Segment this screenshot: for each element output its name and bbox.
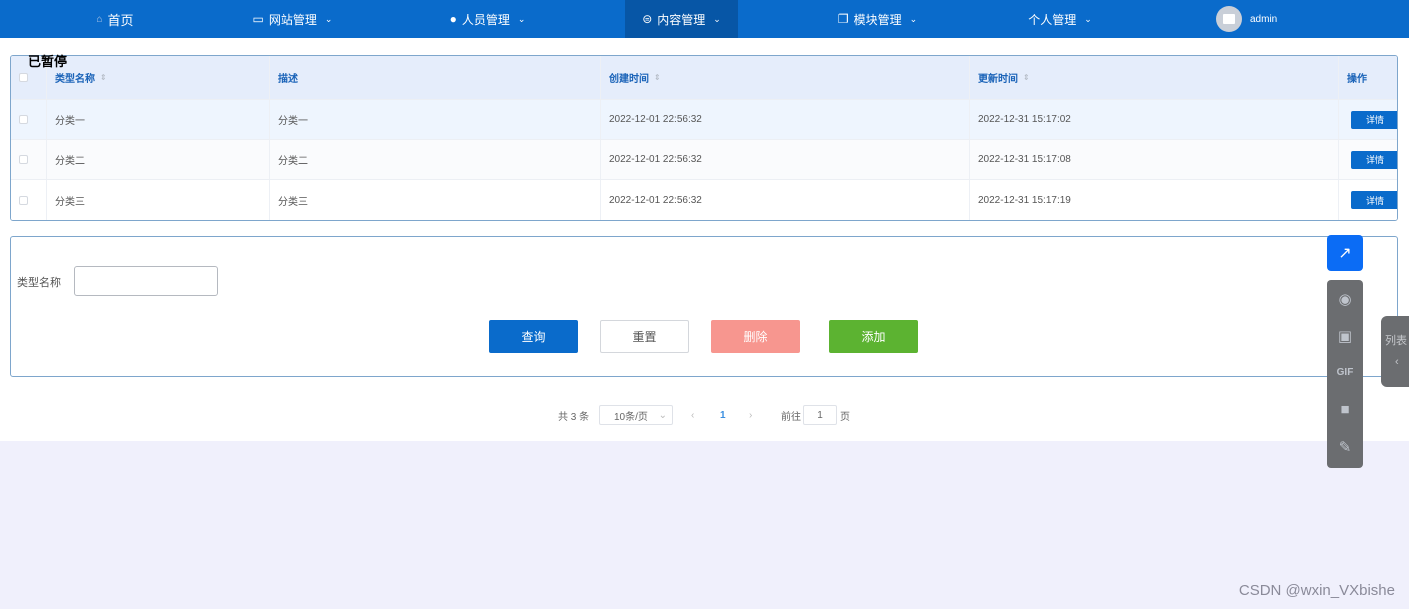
chevron-left-icon: ‹ bbox=[1395, 356, 1399, 368]
share-icon[interactable]: ↗ bbox=[1327, 235, 1363, 271]
cell-name: 分类二 bbox=[47, 140, 270, 179]
table-row: 分类三 分类三 2022-12-01 22:56:32 2022-12-31 1… bbox=[11, 180, 1397, 220]
header-actions: 操作 bbox=[1347, 74, 1367, 85]
nav-home[interactable]: ⌂ 首页 bbox=[60, 0, 170, 38]
header-desc: 描述 bbox=[270, 56, 601, 99]
row-checkbox[interactable] bbox=[11, 100, 47, 139]
prev-page-icon[interactable]: ‹ bbox=[691, 405, 694, 425]
capture-toolbar: ◉ ▣ GIF ■ ✎ bbox=[1327, 280, 1363, 468]
watermark: CSDN @wxin_VXbishe bbox=[1238, 582, 1395, 599]
image-icon[interactable]: ▣ bbox=[1327, 317, 1363, 354]
sort-icon[interactable]: ⇕ bbox=[654, 73, 661, 82]
cell-actions: 详情 bbox=[1339, 100, 1397, 139]
list-side-tab[interactable]: 列表 ‹ bbox=[1381, 316, 1409, 387]
page-size-select[interactable]: 10条/页 ⌄ bbox=[599, 405, 673, 425]
cell-desc: 分类二 bbox=[270, 140, 601, 179]
copy-icon: ❐ bbox=[837, 12, 849, 26]
data-table: 类型名称 ⇕ 描述 创建时间 ⇕ 更新时间 ⇕ 操作 分类一 分类一 2022-12-… bbox=[10, 55, 1398, 221]
chevron-down-icon: ⌄ bbox=[324, 13, 333, 24]
gif-icon[interactable]: GIF bbox=[1327, 354, 1363, 391]
delete-button[interactable]: 删除 bbox=[711, 320, 800, 353]
cell-desc: 分类一 bbox=[270, 100, 601, 139]
cell-actions: 详情 bbox=[1339, 180, 1397, 220]
cell-updated: 2022-12-31 15:17:19 bbox=[970, 180, 1339, 220]
detail-button[interactable]: 详情 bbox=[1351, 110, 1397, 129]
avatar bbox=[1216, 6, 1242, 32]
video-icon[interactable]: ■ bbox=[1327, 391, 1363, 428]
nav-people-management[interactable]: ● 人员管理 ⌄ bbox=[425, 0, 550, 38]
header-created[interactable]: 创建时间 ⇕ bbox=[601, 56, 970, 99]
camera-icon[interactable]: ◉ bbox=[1327, 280, 1363, 317]
goto-page-input[interactable] bbox=[803, 405, 837, 425]
nav-content-management[interactable]: ⊜ 内容管理 ⌄ bbox=[625, 0, 738, 38]
table-row: 分类一 分类一 2022-12-01 22:56:32 2022-12-31 1… bbox=[11, 100, 1397, 140]
header-name[interactable]: 类型名称 ⇕ bbox=[47, 56, 270, 99]
detail-button[interactable]: 详情 bbox=[1351, 191, 1397, 209]
cell-actions: 详情 bbox=[1339, 140, 1397, 179]
goto-label: 前往 bbox=[781, 411, 801, 423]
chevron-down-icon: ⌄ bbox=[517, 13, 526, 24]
table-header: 类型名称 ⇕ 描述 创建时间 ⇕ 更新时间 ⇕ 操作 bbox=[11, 56, 1397, 100]
nav-site-management[interactable]: ▭ 网站管理 ⌄ bbox=[230, 0, 355, 38]
monitor-icon: ▭ bbox=[252, 12, 264, 26]
home-icon: ⌂ bbox=[96, 13, 103, 25]
cell-updated: 2022-12-31 15:17:08 bbox=[970, 140, 1339, 179]
header-updated[interactable]: 更新时间 ⇕ bbox=[970, 56, 1339, 99]
sort-icon[interactable]: ⇕ bbox=[100, 73, 107, 82]
next-page-icon[interactable]: › bbox=[749, 405, 752, 425]
cell-updated: 2022-12-31 15:17:02 bbox=[970, 100, 1339, 139]
cell-created: 2022-12-01 22:56:32 bbox=[601, 100, 970, 139]
cell-name: 分类一 bbox=[47, 100, 270, 139]
cell-name: 分类三 bbox=[47, 180, 270, 220]
cell-created: 2022-12-01 22:56:32 bbox=[601, 180, 970, 220]
detail-button[interactable]: 详情 bbox=[1351, 150, 1397, 169]
row-checkbox[interactable] bbox=[11, 140, 47, 179]
chevron-down-icon: ⌄ bbox=[658, 409, 667, 421]
user-menu[interactable]: admin bbox=[1216, 0, 1296, 38]
chat-icon: ⊜ bbox=[642, 12, 653, 26]
type-name-input[interactable] bbox=[74, 266, 218, 296]
cell-desc: 分类三 bbox=[270, 180, 601, 220]
add-button[interactable]: 添加 bbox=[829, 320, 918, 353]
chevron-down-icon: ⌄ bbox=[713, 13, 721, 24]
reset-button[interactable]: 重置 bbox=[600, 320, 689, 353]
pagination-total: 共 3 条 bbox=[558, 411, 590, 423]
goto-suffix: 页 bbox=[840, 411, 850, 423]
query-button[interactable]: 查询 bbox=[489, 320, 578, 353]
nav-module-management[interactable]: ❐ 模块管理 ⌄ bbox=[815, 0, 940, 38]
top-nav: ⌂ 首页 ▭ 网站管理 ⌄ ● 人员管理 ⌄ ⊜ 内容管理 ⌄ ❐ 模块管理 ⌄ 个人管理 ⌄ ad… bbox=[0, 0, 1409, 38]
row-checkbox[interactable] bbox=[11, 180, 47, 220]
cell-created: 2022-12-01 22:56:32 bbox=[601, 140, 970, 179]
page-number[interactable]: 1 bbox=[720, 405, 726, 425]
chevron-down-icon: ⌄ bbox=[909, 13, 918, 24]
user-icon: ● bbox=[449, 12, 457, 26]
chevron-down-icon: ⌄ bbox=[1084, 13, 1092, 24]
search-form bbox=[10, 236, 1398, 377]
paused-overlay-text: 已暂停 bbox=[28, 54, 68, 69]
table-row: 分类二 分类二 2022-12-01 22:56:32 2022-12-31 1… bbox=[11, 140, 1397, 180]
sort-icon[interactable]: ⇕ bbox=[1023, 73, 1030, 82]
pen-icon[interactable]: ✎ bbox=[1327, 428, 1363, 465]
nav-personal-management[interactable]: 个人管理 ⌄ bbox=[1010, 0, 1110, 38]
type-name-label: 类型名称 bbox=[17, 277, 61, 289]
